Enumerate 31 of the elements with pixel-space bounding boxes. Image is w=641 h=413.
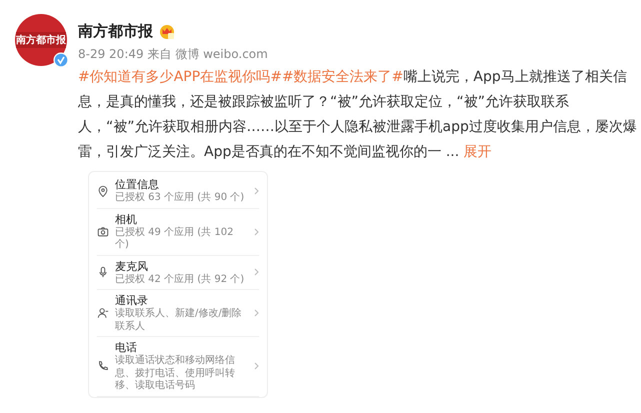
location-pin-icon <box>97 184 109 197</box>
permission-title: 电话 <box>115 340 138 354</box>
permission-item[interactable]: 电话 读取通话状态和移动网络信息、拨打电话、使用呼叫转移、读取电话号码 <box>97 337 259 396</box>
post-text: #你知道有多少APP在监视你吗##数据安全法来了#嘴上说完，App马上就推送了相关信息，是真的懂我，还是被跟踪被监听了？“被”允许获取定位，“被”允许获取联系人，“被”允许获取相册内容……以至于个人隐私被泄露手机app过度收集用户信息，屡次爆雷，引发广泛关注。App是否真的在不知不觉间监视你的一 ... 展开 <box>78 68 638 162</box>
crown-icon <box>159 24 175 39</box>
permission-detail: 读取通话状态和移动网络信息、拨打电话、使用呼叫转移、读取电话号码 <box>115 355 236 392</box>
permission-detail: 已授权 42 个应用 (共 92 个) <box>115 274 246 286</box>
permission-title: 位置信息 <box>115 177 160 192</box>
permission-title: 通讯录 <box>115 293 149 308</box>
chevron-icon <box>254 186 259 195</box>
chevron-icon <box>254 309 259 317</box>
chevron-icon <box>254 268 259 276</box>
permission-title: 麦克风 <box>115 258 149 274</box>
avatar[interactable]: 南方都市报 <box>15 14 67 66</box>
phone-icon <box>97 360 109 372</box>
author-name[interactable]: 南方都市报 <box>78 22 153 41</box>
permission-detail: 读取联系人、新建/修改/删除联系人 <box>115 308 243 333</box>
permission-item[interactable]: 相机 已授权 49 个应用 (共 102 个) <box>97 208 259 256</box>
person-icon <box>97 307 109 319</box>
permission-detail: 已授权 49 个应用 (共 102 个) <box>115 226 234 252</box>
chevron-icon <box>254 228 259 236</box>
chevron-icon <box>254 362 259 370</box>
permission-item[interactable]: 位置信息 已授权 63 个应用 (共 90 个) <box>97 174 259 208</box>
microphone-icon <box>97 266 109 278</box>
camera-icon <box>97 226 109 238</box>
avatar-logo: 南方都市报 <box>16 32 66 48</box>
permission-item[interactable]: 通讯录 读取联系人、新建/修改/删除联系人 <box>97 290 259 337</box>
permission-detail: 已授权 63 个应用 (共 90 个) <box>115 192 246 204</box>
permission-title: 相机 <box>115 212 138 226</box>
permission-item[interactable]: 麦克风 已授权 42 个应用 (共 92 个) <box>97 256 259 290</box>
post-meta: 8-29 20:49 来自 微博 weibo.com <box>78 46 269 63</box>
